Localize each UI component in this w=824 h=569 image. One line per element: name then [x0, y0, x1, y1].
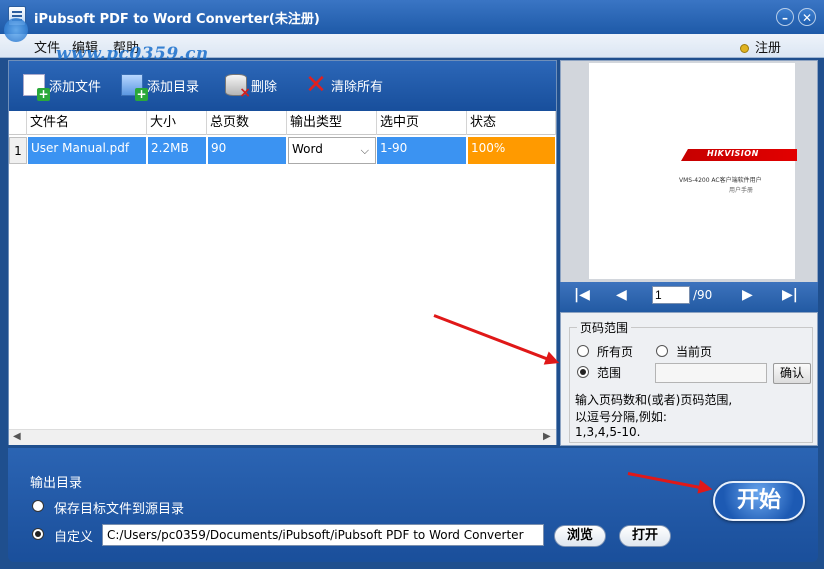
save-to-source-radio[interactable]: [32, 500, 44, 512]
minimize-button[interactable]: –: [776, 8, 794, 26]
table-header: 文件名 大小 总页数 输出类型 选中页 状态: [9, 111, 556, 135]
all-pages-radio[interactable]: [577, 345, 589, 357]
scroll-left-icon[interactable]: ◀: [13, 431, 21, 442]
prev-page-icon[interactable]: ◀: [616, 287, 627, 303]
range-label: 范围: [597, 366, 622, 380]
output-title: 输出目录: [30, 476, 83, 491]
col-pages[interactable]: 总页数: [207, 111, 287, 135]
col-status[interactable]: 状态: [467, 111, 556, 135]
register-label: 注册: [755, 41, 782, 56]
delete-button[interactable]: 删除: [225, 74, 278, 101]
output-type-select[interactable]: Word ⌵: [288, 137, 376, 164]
clear-all-button[interactable]: ✕ 清除所有: [305, 70, 384, 100]
all-pages-label: 所有页: [597, 345, 634, 359]
custom-label: 自定义: [54, 530, 94, 545]
file-list-panel: 添加文件 添加目录 删除 ✕ 清除所有 文件名 大小 总页数 输出类型 选中页 …: [8, 60, 557, 445]
page-range-legend: 页码范围: [577, 319, 632, 336]
preview-brand: HIKVISION: [707, 149, 759, 158]
browse-button[interactable]: 浏览: [554, 525, 606, 547]
col-selected-pages[interactable]: 选中页: [377, 111, 467, 135]
page-range-panel: 页码范围 所有页 当前页 范围 确认 输入页码数和(或者)页码范围, 以逗号分隔…: [560, 312, 818, 446]
range-input[interactable]: [655, 363, 767, 383]
last-page-icon[interactable]: ▶|: [782, 287, 798, 303]
output-panel: 输出目录 保存目标文件到源目录 自定义 C:/Users/pc0359/Docu…: [8, 448, 818, 562]
range-hint-1: 输入页码数和(或者)页码范围,: [575, 393, 733, 407]
custom-radio[interactable]: [32, 528, 44, 540]
preview-panel: HIKVISION VMS-4200 AC客户端软件用户 用户手册: [560, 60, 818, 284]
preview-page: HIKVISION VMS-4200 AC客户端软件用户 用户手册: [589, 63, 797, 279]
scroll-right-icon[interactable]: ▶: [543, 431, 551, 442]
save-to-source-label: 保存目标文件到源目录: [54, 502, 185, 517]
preview-line2: 用户手册: [729, 187, 754, 194]
toolbar: 添加文件 添加目录 删除 ✕ 清除所有: [9, 61, 556, 111]
col-size[interactable]: 大小: [147, 111, 207, 135]
output-path-field[interactable]: C:/Users/pc0359/Documents/iPubsoft/iPubs…: [102, 524, 544, 546]
horizontal-scrollbar[interactable]: ◀ ▶: [9, 429, 556, 445]
title-bar: iPubsoft PDF to Word Converter(未注册) – ✕: [0, 0, 824, 34]
row-index: 1: [9, 137, 27, 164]
clear-all-label: 清除所有: [331, 79, 384, 95]
output-type-value: Word: [292, 142, 323, 156]
add-folder-icon: [121, 74, 148, 101]
next-page-icon[interactable]: ▶: [742, 287, 753, 303]
page-number-input[interactable]: [652, 286, 690, 304]
range-hint-2: 以逗号分隔,例如:: [575, 410, 667, 424]
add-file-icon: [23, 74, 50, 101]
range-radio[interactable]: [577, 366, 589, 378]
start-button[interactable]: 开始: [713, 481, 805, 521]
add-folder-label: 添加目录: [147, 79, 200, 95]
clear-all-icon: ✕: [305, 70, 327, 100]
add-file-button[interactable]: 添加文件: [23, 74, 102, 101]
page-navigation: |◀ ◀ /90 ▶ ▶|: [560, 282, 818, 312]
cell-size: 2.2MB: [148, 137, 207, 164]
confirm-button[interactable]: 确认: [773, 363, 811, 384]
register-button[interactable]: 注册: [740, 37, 781, 56]
close-button[interactable]: ✕: [798, 8, 816, 26]
delete-label: 删除: [251, 79, 278, 95]
col-file-name[interactable]: 文件名: [27, 111, 147, 135]
window-title: iPubsoft PDF to Word Converter(未注册): [34, 12, 320, 27]
watermark-logo-icon: [4, 18, 28, 42]
preview-line1: VMS-4200 AC客户端软件用户: [679, 177, 762, 184]
col-index: [9, 111, 27, 135]
open-button[interactable]: 打开: [619, 525, 671, 547]
cell-pages: 90: [208, 137, 287, 164]
col-output-type[interactable]: 输出类型: [287, 111, 377, 135]
add-folder-button[interactable]: 添加目录: [121, 74, 200, 101]
first-page-icon[interactable]: |◀: [574, 287, 590, 303]
current-page-radio[interactable]: [656, 345, 668, 357]
add-file-label: 添加文件: [49, 79, 102, 95]
delete-icon: [225, 74, 251, 101]
current-page-label: 当前页: [676, 345, 713, 359]
chevron-down-icon: ⌵: [360, 144, 369, 157]
cell-status: 100%: [468, 137, 556, 164]
cell-file-name[interactable]: User Manual.pdf: [28, 137, 147, 164]
page-total: /90: [693, 288, 713, 302]
key-icon: [740, 44, 749, 53]
cell-selected-pages[interactable]: 1-90: [377, 137, 467, 164]
range-hint-3: 1,3,4,5-10.: [575, 425, 641, 439]
